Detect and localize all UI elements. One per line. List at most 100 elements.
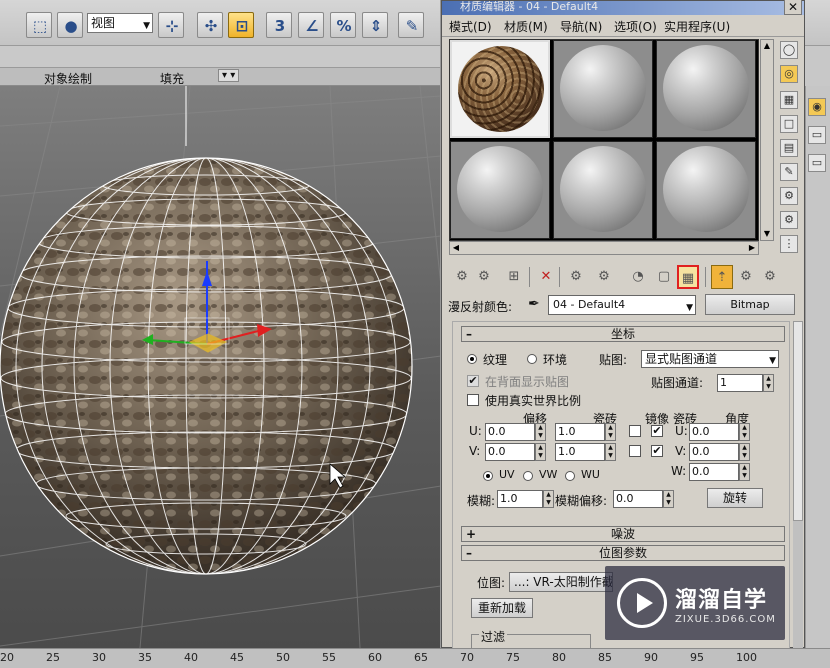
keyboard-shortcut-toggle[interactable]: ⊡ (228, 12, 254, 38)
show-end-result-icon[interactable]: ⇡ (711, 265, 733, 289)
material-map-navigator-icon[interactable]: ⋮ (780, 235, 798, 253)
make-unique-icon[interactable]: ⚙ (565, 265, 587, 289)
reset-map-icon[interactable]: ✕ (535, 265, 557, 289)
sample-slots-vertical-scrollbar[interactable]: ▲ ▼ (760, 39, 774, 241)
spinner-arrows-icon[interactable]: ▲ ▼ (535, 423, 546, 441)
wu-radio[interactable] (565, 471, 575, 481)
vw-radio[interactable] (523, 471, 533, 481)
blur-spinner[interactable]: 1.0 ▲ ▼ (497, 490, 554, 508)
video-color-check-icon[interactable]: ▤ (780, 139, 798, 157)
spinner-snap-toggle[interactable]: ⇕ (362, 12, 388, 38)
angle-w-spinner[interactable]: 0.0 ▲ ▼ (689, 463, 750, 481)
scroll-up-icon[interactable]: ▲ (761, 40, 773, 52)
map-channel-spinner[interactable]: 1 ▲ ▼ (717, 374, 774, 392)
u-tile-checkbox[interactable]: ✔ (651, 425, 663, 437)
edit-named-selection-button[interactable]: ✎ (398, 12, 424, 38)
map-type-button[interactable]: Bitmap (705, 294, 795, 315)
u-mirror-checkbox[interactable] (629, 425, 641, 437)
bitmap-path-button[interactable]: ...: VR-太阳制作截 (509, 572, 613, 592)
v-tile-checkbox[interactable]: ✔ (651, 445, 663, 457)
pivot-button[interactable]: ⊹ (158, 12, 184, 38)
timeline-ruler[interactable]: 20 25 30 35 40 45 50 55 60 65 70 75 80 8… (0, 648, 830, 668)
spinner-arrows-icon[interactable]: ▲ ▼ (739, 423, 750, 441)
v-tiling-spinner[interactable]: 1.0 ▲ ▼ (555, 443, 616, 461)
sample-slots-horizontal-scrollbar[interactable]: ◀ ▶ (449, 241, 759, 255)
angle-snap-toggle[interactable]: ∠ (298, 12, 324, 38)
spinner-arrows-icon[interactable]: ▲ ▼ (605, 443, 616, 461)
spinner-arrows-icon[interactable]: ▲ ▼ (605, 423, 616, 441)
coordinates-rollout-header[interactable]: – 坐标 (461, 326, 785, 342)
show-map-in-viewport-icon[interactable]: ▦ (677, 265, 699, 289)
sample-slot-4[interactable] (450, 141, 550, 239)
scroll-down-icon[interactable]: ▼ (761, 228, 773, 240)
bitmap-parameters-rollout-header[interactable]: – 位图参数 (461, 545, 785, 561)
get-material-icon[interactable]: ⚙ (451, 265, 473, 289)
go-to-parent-icon[interactable]: ⚙ (735, 265, 757, 289)
ribbon-dropdown-icon[interactable]: ▾ ▾ (218, 69, 240, 82)
uv-tiling-icon[interactable]: □ (780, 115, 798, 133)
real-world-scale-checkbox[interactable] (467, 394, 479, 406)
make-preview-icon[interactable]: ✎ (780, 163, 798, 181)
menu-utilities[interactable]: 实用程序(U) (664, 18, 730, 35)
spinner-arrows-icon[interactable]: ▲ ▼ (739, 443, 750, 461)
blur-offset-spinner[interactable]: 0.0 ▲ ▼ (613, 490, 674, 508)
spinner-arrows-icon[interactable]: ▲ ▼ (535, 443, 546, 461)
put-to-scene-icon[interactable]: ⚙ (473, 265, 495, 289)
sample-type-icon[interactable]: ◯ (780, 41, 798, 59)
eyedropper-icon[interactable]: ✒ (528, 296, 540, 312)
menu-material[interactable]: 材质(M) (504, 18, 548, 35)
u-tiling-spinner[interactable]: 1.0 ▲ ▼ (555, 423, 616, 441)
material-editor-titlebar[interactable]: 材质编辑器 - 04 - Default4 (442, 1, 804, 15)
assign-to-selection-icon[interactable]: ⊞ (503, 265, 525, 289)
scroll-right-icon[interactable]: ▶ (746, 242, 758, 254)
angle-u-spinner[interactable]: 0.0 ▲ ▼ (689, 423, 750, 441)
material-name-field[interactable]: 04 - Default4 ▼ (548, 295, 696, 315)
show-shaded-material-icon[interactable]: ▢ (653, 265, 675, 289)
rotate-button[interactable]: 旋转 (707, 488, 763, 508)
go-forward-to-sibling-icon[interactable]: ⚙ (759, 265, 781, 289)
environ-radio[interactable] (527, 354, 537, 364)
sample-slot-2[interactable] (553, 40, 653, 138)
noise-rollout-header[interactable]: + 噪波 (461, 526, 785, 542)
select-manipulate-button[interactable]: ✣ (197, 12, 223, 38)
close-icon[interactable]: ✕ (784, 0, 802, 15)
background-checker-icon[interactable]: ▦ (780, 91, 798, 109)
command-panel-tab-icon[interactable]: ▭ (808, 154, 826, 172)
spinner-arrows-icon[interactable]: ▲ ▼ (739, 463, 750, 481)
spinner-arrows-icon[interactable]: ▲ ▼ (763, 374, 774, 392)
uv-radio[interactable] (483, 471, 493, 481)
scrollbar-thumb[interactable] (793, 321, 803, 521)
select-region-button[interactable]: ⬚ (26, 12, 52, 38)
spinner-arrows-icon[interactable]: ▲ ▼ (663, 490, 674, 508)
textured-sphere[interactable] (0, 157, 413, 575)
mapping-select[interactable]: 显式贴图通道 ▼ (641, 350, 779, 368)
sample-slot-5[interactable] (553, 141, 653, 239)
reference-coordinate-select[interactable]: 视图 ▼ (87, 13, 153, 33)
perspective-viewport[interactable] (0, 86, 441, 648)
command-panel-tab-icon[interactable]: ◉ (808, 98, 826, 116)
percent-snap-toggle[interactable]: % (330, 12, 356, 38)
options-icon[interactable]: ⚙ (780, 187, 798, 205)
scroll-left-icon[interactable]: ◀ (450, 242, 462, 254)
spinner-arrows-icon[interactable]: ▲ ▼ (543, 490, 554, 508)
select-by-material-icon[interactable]: ⚙ (780, 211, 798, 229)
sample-slot-1[interactable] (450, 40, 550, 138)
menu-options[interactable]: 选项(O) (614, 18, 657, 35)
ribbon-populate[interactable]: 填充 (160, 70, 184, 87)
v-mirror-checkbox[interactable] (629, 445, 641, 457)
snap-toggle[interactable]: 3 (266, 12, 292, 38)
show-map-on-back-checkbox[interactable]: ✔ (467, 375, 479, 387)
ribbon-object-paint[interactable]: 对象绘制 (44, 70, 92, 87)
sample-slot-3[interactable] (656, 40, 756, 138)
sample-slot-6[interactable] (656, 141, 756, 239)
backlight-icon[interactable]: ◎ (780, 65, 798, 83)
u-offset-spinner[interactable]: 0.0 ▲ ▼ (485, 423, 546, 441)
reload-button[interactable]: 重新加载 (471, 598, 533, 618)
menu-modes[interactable]: 模式(D) (449, 18, 492, 35)
render-sphere-button[interactable]: ● (57, 12, 83, 38)
parameters-scrollbar[interactable] (793, 321, 803, 649)
command-panel-tab-icon[interactable]: ▭ (808, 126, 826, 144)
material-effects-channel-icon[interactable]: ◔ (627, 265, 649, 289)
angle-v-spinner[interactable]: 0.0 ▲ ▼ (689, 443, 750, 461)
put-to-library-icon[interactable]: ⚙ (593, 265, 615, 289)
